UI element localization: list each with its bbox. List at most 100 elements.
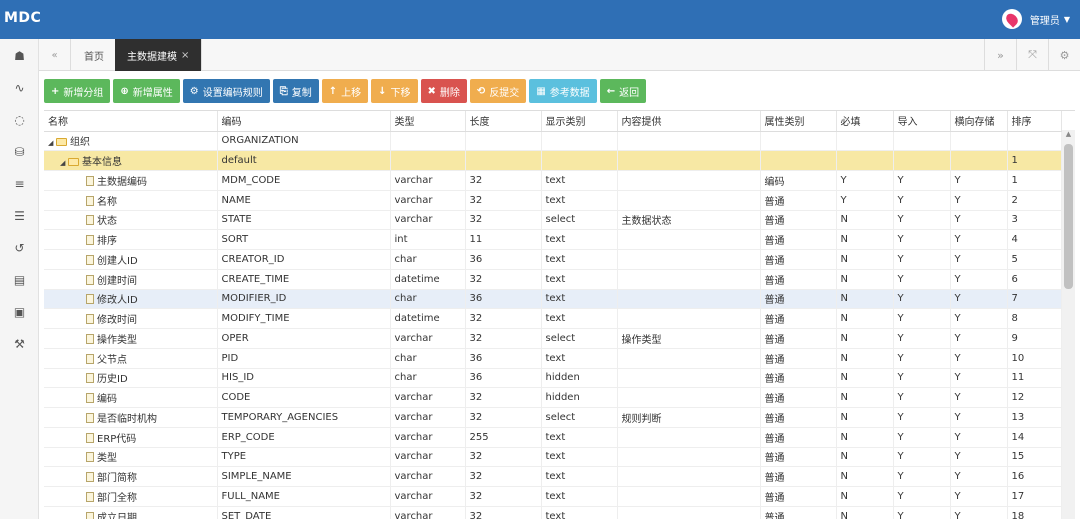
- column-header[interactable]: 导入: [893, 111, 951, 132]
- tab-scroll-left-icon[interactable]: «: [39, 39, 71, 71]
- table-row[interactable]: 排序 SORT int 11 text 普通 N Y Y 4: [44, 229, 1062, 250]
- dashboard-icon[interactable]: ☗: [0, 49, 39, 63]
- table-row[interactable]: 修改时间 MODIFY_TIME datetime 32 text 普通 N Y Y 8: [44, 308, 1062, 329]
- column-header[interactable]: 必填: [836, 111, 894, 132]
- scroll-thumb[interactable]: [1064, 144, 1073, 289]
- table-cell: 5: [1007, 249, 1062, 270]
- table-row[interactable]: 部门简称 SIMPLE_NAME varchar 32 text 普通 N Y Y 16: [44, 466, 1062, 487]
- table-cell: 普通: [760, 506, 837, 519]
- table-cell: text: [541, 506, 618, 519]
- history-icon[interactable]: ↺: [0, 241, 39, 255]
- column-header[interactable]: 显示类别: [541, 111, 618, 132]
- table-cell: 32: [465, 269, 542, 290]
- table-row[interactable]: ERP代码 ERP_CODE varchar 255 text 普通 N Y Y 14: [44, 427, 1062, 448]
- column-header[interactable]: 长度: [465, 111, 542, 132]
- caret-down-icon[interactable]: ▼: [1064, 15, 1070, 24]
- table-cell: 11: [465, 229, 542, 250]
- chart-icon[interactable]: ∿: [0, 81, 39, 95]
- table-cell: ERP_CODE: [217, 427, 391, 448]
- table-cell: [617, 170, 761, 191]
- tab-scroll-right-icon[interactable]: »: [984, 39, 1016, 71]
- column-header[interactable]: 编码: [217, 111, 391, 132]
- column-header[interactable]: 内容提供: [617, 111, 761, 132]
- tab-home[interactable]: 首页: [72, 39, 117, 71]
- table-row[interactable]: 父节点 PID char 36 text 普通 N Y Y 10: [44, 348, 1062, 369]
- table-cell: varchar: [390, 190, 466, 211]
- table-row[interactable]: 类型 TYPE varchar 32 text 普通 N Y Y 15: [44, 447, 1062, 468]
- vertical-scrollbar[interactable]: ▲: [1062, 130, 1075, 519]
- table-cell: TYPE: [217, 447, 391, 468]
- table-row[interactable]: 历史ID HIS_ID char 36 hidden 普通 N Y Y 11: [44, 368, 1062, 389]
- toolbar-button-0[interactable]: + 新增分组: [44, 79, 111, 103]
- table-row[interactable]: 状态 STATE varchar 32 select 主数据状态 普通 N Y Y 3: [44, 210, 1062, 231]
- table-row[interactable]: 创建人ID CREATOR_ID char 36 text 普通 N Y Y 5: [44, 249, 1062, 270]
- toolbar-button-2[interactable]: ⚙ 设置编码规则: [182, 79, 270, 103]
- table-cell: 普通: [760, 269, 837, 290]
- list-icon[interactable]: ≡: [0, 177, 39, 191]
- table-cell: 操作类型: [44, 328, 218, 349]
- column-header[interactable]: 属性类别: [760, 111, 837, 132]
- table-row[interactable]: 创建时间 CREATE_TIME datetime 32 text 普通 N Y Y 6: [44, 269, 1062, 290]
- table-cell: 17: [1007, 486, 1062, 507]
- data-grid: 名称 编码 类型 长度 显示类别 内容提供 属性类别 必填 导入 横向存储 排序 ◢ 组织 ORGANI…: [44, 110, 1075, 519]
- table-icon[interactable]: ☰: [0, 209, 39, 223]
- table-cell: text: [541, 427, 618, 448]
- table-row[interactable]: 操作类型 OPER varchar 32 select 操作类型 普通 N Y Y 9: [44, 328, 1062, 349]
- user-name[interactable]: 管理员: [1030, 12, 1060, 27]
- toolbar-button-1[interactable]: ⊕ 新增属性: [113, 79, 180, 103]
- table-row[interactable]: 是否临时机构 TEMPORARY_AGENCIES varchar 32 select 规…: [44, 407, 1062, 428]
- table-header: 名称 编码 类型 长度 显示类别 内容提供 属性类别 必填 导入 横向存储 排序: [44, 111, 1062, 132]
- user-menu[interactable]: 管理员 ▼: [1001, 9, 1070, 29]
- wrench-icon[interactable]: ⚒: [0, 337, 39, 351]
- column-header[interactable]: 类型: [390, 111, 466, 132]
- table-row[interactable]: 成立日期 SET_DATE varchar 32 text 普通 N Y Y 18: [44, 506, 1062, 519]
- table-cell: 32: [465, 506, 542, 519]
- fullscreen-icon[interactable]: ⤧: [1016, 39, 1048, 71]
- button-label: 设置编码规则: [202, 87, 263, 99]
- table-cell: varchar: [390, 466, 466, 487]
- column-header[interactable]: 排序: [1007, 111, 1062, 132]
- table-row[interactable]: 主数据编码 MDM_CODE varchar 32 text 编码 Y Y Y 1: [44, 170, 1062, 191]
- expand-toggle-icon[interactable]: ◢: [48, 139, 56, 147]
- gear-icon[interactable]: ⚙: [1048, 39, 1080, 71]
- node-label: 历史ID: [97, 374, 128, 386]
- column-header[interactable]: 横向存储: [950, 111, 1008, 132]
- table-cell: Y: [893, 486, 951, 507]
- toolbar-button-7[interactable]: ⟲ 反提交: [469, 79, 527, 103]
- table-row[interactable]: 修改人ID MODIFIER_ID char 36 text 普通 N Y Y 7: [44, 289, 1062, 310]
- table-row[interactable]: 名称 NAME varchar 32 text 普通 Y Y Y 2: [44, 190, 1062, 211]
- table-cell: 普通: [760, 387, 837, 408]
- toolbar-button-8[interactable]: ▦ 参考数据: [529, 79, 597, 103]
- toolbar-button-9[interactable]: ← 返回: [599, 79, 647, 103]
- database-icon[interactable]: ⛁: [0, 145, 39, 159]
- spinner-icon[interactable]: ◌: [0, 113, 39, 127]
- table-row[interactable]: 部门全称 FULL_NAME varchar 32 text 普通 N Y Y 17: [44, 486, 1062, 507]
- archive-icon[interactable]: ▣: [0, 305, 39, 319]
- tab-home-label: 首页: [84, 51, 104, 63]
- table-row[interactable]: 编码 CODE varchar 32 hidden 普通 N Y Y 12: [44, 387, 1062, 408]
- table-cell: 32: [465, 466, 542, 487]
- table-cell: hidden: [541, 368, 618, 389]
- toolbar-button-6[interactable]: ✖ 删除: [420, 79, 467, 103]
- table-cell: [893, 131, 951, 152]
- button-label: 复制: [291, 87, 312, 99]
- node-label: 父节点: [97, 354, 127, 366]
- toolbar-button-5[interactable]: ↓ 下移: [371, 79, 418, 103]
- film-icon[interactable]: ▤: [0, 273, 39, 287]
- toolbar-button-3[interactable]: ⎘ 复制: [272, 79, 319, 103]
- table-cell: Y: [893, 506, 951, 519]
- close-icon[interactable]: ×: [181, 50, 189, 61]
- table-cell: CREATOR_ID: [217, 249, 391, 270]
- table-row[interactable]: ◢ 基本信息 default 1: [44, 150, 1062, 171]
- column-header[interactable]: 名称: [44, 111, 218, 132]
- table-cell: default: [217, 150, 391, 171]
- table-cell: int: [390, 229, 466, 250]
- tab-mdm-modeling[interactable]: 主数据建模 ×: [115, 39, 203, 71]
- avatar[interactable]: [1001, 9, 1022, 29]
- expand-toggle-icon[interactable]: ◢: [60, 159, 68, 167]
- table-row[interactable]: ◢ 组织 ORGANIZATION: [44, 131, 1062, 152]
- table-cell: char: [390, 348, 466, 369]
- toolbar-button-4[interactable]: ↑ 上移: [321, 79, 369, 103]
- scroll-up-icon[interactable]: ▲: [1062, 130, 1075, 142]
- table-cell: Y: [950, 368, 1008, 389]
